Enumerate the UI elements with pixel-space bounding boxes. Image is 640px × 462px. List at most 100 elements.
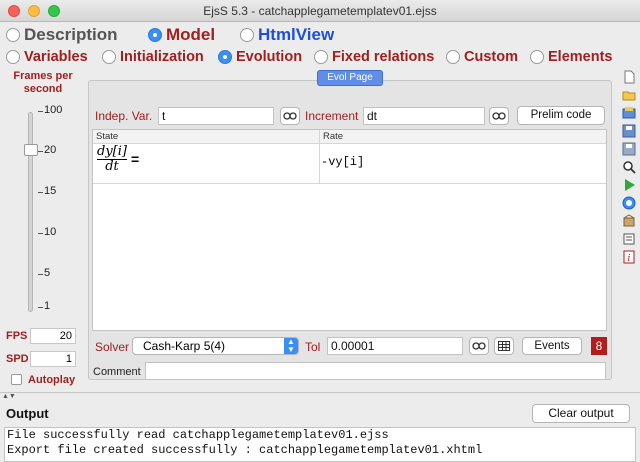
link-icon-button[interactable] bbox=[280, 107, 300, 125]
main-tab-bar: Description Model HtmlView bbox=[0, 24, 640, 46]
state-cell[interactable]: dy[i] dt bbox=[97, 145, 127, 174]
equations-table: State Rate dy[i] dt = -vy[i] bbox=[92, 129, 607, 331]
tick-mark bbox=[38, 274, 43, 275]
tol-label: Tol bbox=[305, 340, 321, 354]
table-icon-button[interactable] bbox=[494, 337, 514, 355]
tab-evolution-label: Evolution bbox=[236, 49, 303, 65]
link-icon-button[interactable] bbox=[469, 337, 489, 355]
radio-elements[interactable] bbox=[530, 50, 544, 64]
tick-label-1: 1 bbox=[44, 300, 51, 312]
tick-mark bbox=[38, 307, 43, 308]
tab-initialization[interactable]: Initialization bbox=[102, 49, 204, 65]
spd-field[interactable]: 1 bbox=[30, 351, 76, 367]
tab-fixed-relations[interactable]: Fixed relations bbox=[314, 49, 434, 65]
output-line: Export file created successfully : catch… bbox=[7, 443, 483, 457]
tab-fixed-relations-label: Fixed relations bbox=[332, 49, 435, 65]
tab-custom[interactable]: Custom bbox=[446, 49, 518, 65]
radio-description[interactable] bbox=[6, 28, 20, 42]
rate-cell[interactable]: -vy[i] bbox=[321, 155, 364, 169]
radio-model[interactable] bbox=[148, 28, 162, 42]
info-icon[interactable]: i bbox=[622, 250, 636, 264]
model-tab-bar: Variables Initialization Evolution Fixed… bbox=[0, 49, 640, 69]
tol-field[interactable]: 0.00001 bbox=[327, 337, 463, 355]
split-pane-divider[interactable]: ▲▼ bbox=[0, 392, 640, 400]
output-title: Output bbox=[6, 406, 49, 421]
tick-mark bbox=[38, 151, 43, 152]
frames-per-second-label: Frames per second bbox=[13, 70, 73, 95]
chevron-updown-icon: ▲ ▼ bbox=[284, 338, 298, 354]
prelim-code-button[interactable]: Prelim code bbox=[517, 106, 605, 125]
tab-description[interactable]: Description bbox=[6, 25, 118, 45]
tab-variables-label: Variables bbox=[24, 49, 88, 65]
clear-output-button[interactable]: Clear output bbox=[532, 404, 630, 423]
indep-var-field[interactable]: t bbox=[158, 107, 274, 125]
tick-label-20: 20 bbox=[44, 144, 57, 156]
tick-label-100: 100 bbox=[44, 104, 63, 116]
equation-denominator: dt bbox=[105, 159, 119, 174]
tick-mark bbox=[38, 192, 43, 193]
tab-evolution[interactable]: Evolution bbox=[218, 49, 302, 65]
radio-custom[interactable] bbox=[446, 50, 460, 64]
evol-page-tab[interactable]: Evol Page bbox=[317, 70, 383, 86]
tab-variables[interactable]: Variables bbox=[6, 49, 88, 65]
collapse-arrows-icon[interactable]: ▲▼ bbox=[2, 393, 16, 400]
fps-field-label: FPS bbox=[6, 330, 28, 342]
comment-label: Comment bbox=[93, 366, 141, 378]
new-file-icon[interactable] bbox=[622, 70, 636, 84]
tab-elements-label: Elements bbox=[548, 49, 613, 65]
tab-description-label: Description bbox=[24, 25, 118, 44]
tab-model-label: Model bbox=[166, 25, 216, 44]
output-log[interactable]: File successfully read catchapplegametem… bbox=[4, 427, 636, 462]
right-toolbar: i bbox=[620, 70, 640, 270]
window-titlebar: EjsS 5.3 - catchapplegametemplatev01.ejs… bbox=[0, 0, 640, 22]
save-as-icon[interactable] bbox=[622, 142, 636, 156]
tick-label-15: 15 bbox=[44, 185, 57, 197]
fps-slider-thumb[interactable] bbox=[24, 144, 38, 156]
tab-htmlview-label: HtmlView bbox=[258, 25, 335, 44]
column-divider bbox=[319, 130, 320, 183]
link-icon-button[interactable] bbox=[489, 107, 509, 125]
autoplay-checkbox[interactable] bbox=[11, 374, 22, 385]
tab-elements[interactable]: Elements bbox=[530, 49, 612, 65]
save-icon[interactable] bbox=[622, 124, 636, 138]
tab-htmlview[interactable]: HtmlView bbox=[240, 25, 334, 45]
search-icon[interactable] bbox=[622, 160, 636, 174]
package-icon[interactable] bbox=[622, 214, 636, 228]
equation-equals: = bbox=[131, 151, 140, 167]
window-title: EjsS 5.3 - catchapplegametemplatev01.ejs… bbox=[203, 4, 437, 18]
output-panel: Output Clear output File successfully re… bbox=[0, 403, 640, 462]
fps-field[interactable]: 20 bbox=[30, 328, 76, 344]
frames-panel: Frames per second 100 20 15 10 5 1 FPS 2… bbox=[0, 70, 84, 390]
increment-label: Increment bbox=[305, 109, 359, 123]
open-folder-icon[interactable] bbox=[622, 88, 636, 102]
tab-model[interactable]: Model bbox=[148, 25, 215, 45]
editor-icon[interactable] bbox=[622, 232, 636, 246]
radio-fixed-relations[interactable] bbox=[314, 50, 328, 64]
state-column-header: State bbox=[93, 130, 319, 144]
indep-var-label: Indep. Var. bbox=[95, 109, 153, 123]
increment-field[interactable]: dt bbox=[363, 107, 485, 125]
fps-slider-track[interactable] bbox=[28, 112, 33, 312]
solver-select[interactable]: Cash-Karp 5(4) ▲ ▼ bbox=[132, 337, 299, 355]
tab-initialization-label: Initialization bbox=[120, 49, 204, 65]
spd-field-label: SPD bbox=[6, 353, 29, 365]
radio-evolution[interactable] bbox=[218, 50, 232, 64]
open-examples-icon[interactable] bbox=[622, 106, 636, 120]
tick-label-10: 10 bbox=[44, 226, 57, 238]
translate-icon[interactable] bbox=[622, 196, 636, 210]
link-icon bbox=[472, 342, 486, 350]
radio-variables[interactable] bbox=[6, 50, 20, 64]
tab-custom-label: Custom bbox=[464, 49, 518, 65]
rate-column-header: Rate bbox=[319, 130, 606, 144]
output-line: File successfully read catchapplegametem… bbox=[7, 428, 389, 442]
solver-select-value: Cash-Karp 5(4) bbox=[143, 339, 226, 353]
tick-label-5: 5 bbox=[44, 267, 51, 279]
link-icon bbox=[283, 112, 297, 120]
radio-initialization[interactable] bbox=[102, 50, 116, 64]
radio-htmlview[interactable] bbox=[240, 28, 254, 42]
run-icon[interactable] bbox=[622, 178, 636, 192]
comment-field[interactable] bbox=[145, 362, 606, 380]
events-count-badge: 8 bbox=[591, 337, 607, 355]
row-divider bbox=[93, 183, 606, 184]
events-button[interactable]: Events bbox=[522, 337, 582, 355]
